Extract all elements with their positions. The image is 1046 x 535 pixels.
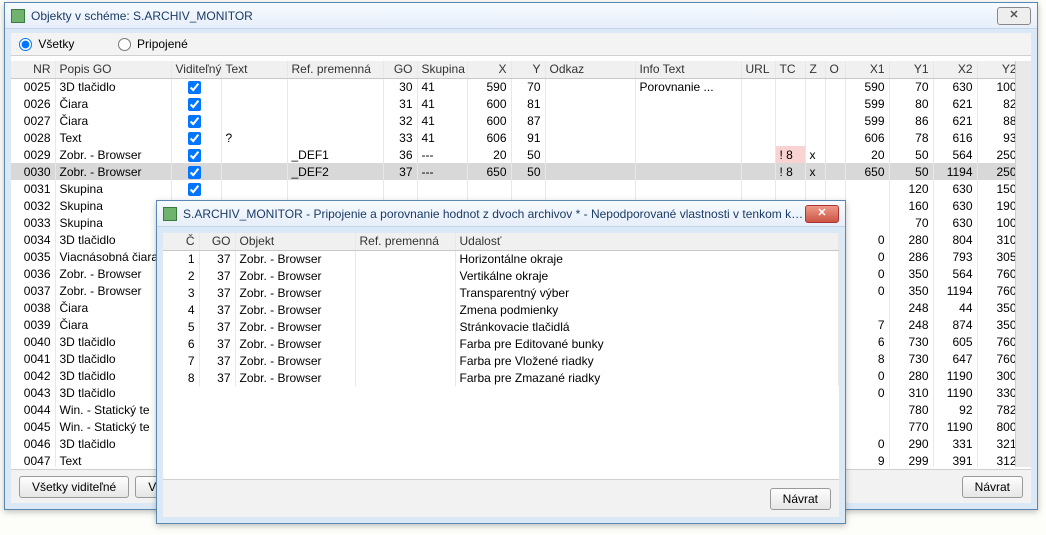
modal-window: S.ARCHIV_MONITOR - Pripojenie a porovnan… (156, 200, 846, 524)
col-header[interactable]: Ref. premenná (355, 233, 455, 250)
col-header[interactable]: Skupina (417, 61, 467, 78)
col-header[interactable]: Z (805, 61, 825, 78)
col-header[interactable]: X (467, 61, 511, 78)
app-icon (11, 9, 25, 23)
col-header[interactable]: Popis GO (55, 61, 171, 78)
col-header[interactable]: NR (11, 61, 55, 78)
table-row[interactable]: 437Zobr. - BrowserZmena podmienky (163, 301, 839, 318)
modal-titlebar[interactable]: S.ARCHIV_MONITOR - Pripojenie a porovnan… (157, 201, 845, 227)
all-visible-button[interactable]: Všetky viditeľné (19, 476, 129, 498)
col-header[interactable]: Ref. premenná (287, 61, 383, 78)
scrollbar[interactable] (1015, 61, 1031, 467)
visibility-checkbox[interactable] (188, 81, 201, 94)
visibility-checkbox[interactable] (188, 98, 201, 111)
table-row[interactable]: 0028Text?3341606916067861693 (11, 129, 1015, 146)
radio-all[interactable]: Všetky (19, 37, 74, 51)
table-row[interactable]: 00253D tlačidlo304159070Porovnanie ...59… (11, 78, 1015, 95)
col-header[interactable]: TC (775, 61, 805, 78)
col-header[interactable]: URL (741, 61, 775, 78)
visibility-checkbox[interactable] (188, 166, 201, 179)
col-header[interactable]: Udalosť (455, 233, 839, 250)
col-header[interactable]: Č (163, 233, 199, 250)
table-row[interactable]: 637Zobr. - BrowserFarba pre Editované bu… (163, 335, 839, 352)
visibility-checkbox[interactable] (188, 115, 201, 128)
close-icon[interactable]: ✕ (997, 7, 1031, 25)
col-header[interactable]: Text (221, 61, 287, 78)
visibility-checkbox[interactable] (188, 132, 201, 145)
table-row[interactable]: 0030Zobr. - Browser_DEF237---65050! 8x65… (11, 163, 1015, 180)
table-row[interactable]: 0031Skupina120630150 (11, 180, 1015, 197)
table-row[interactable]: 0029Zobr. - Browser_DEF136---2050! 8x205… (11, 146, 1015, 163)
main-titlebar[interactable]: Objekty v schéme: S.ARCHIV_MONITOR ✕ (5, 3, 1037, 29)
col-header[interactable]: X2 (933, 61, 977, 78)
table-row[interactable]: 337Zobr. - BrowserTransparentný výber (163, 284, 839, 301)
modal-content: ČGOObjektRef. premennáUdalosť 137Zobr. -… (157, 227, 845, 523)
col-header[interactable]: Objekt (235, 233, 355, 250)
modal-buttons: Návrat (163, 479, 839, 517)
table-row[interactable]: 537Zobr. - BrowserStránkovacie tlačidlá (163, 318, 839, 335)
col-header[interactable]: Info Text (635, 61, 741, 78)
table-row[interactable]: 737Zobr. - BrowserFarba pre Vložené riad… (163, 352, 839, 369)
visibility-checkbox[interactable] (188, 183, 201, 196)
col-header[interactable]: Viditeľný (171, 61, 221, 78)
col-header[interactable]: X1 (845, 61, 889, 78)
radio-connected[interactable]: Pripojené (118, 37, 188, 51)
col-header[interactable]: GO (383, 61, 417, 78)
table-row[interactable]: 137Zobr. - BrowserHorizontálne okraje (163, 250, 839, 267)
col-header[interactable]: Y2 (977, 61, 1015, 78)
modal-title: S.ARCHIV_MONITOR - Pripojenie a porovnan… (183, 207, 805, 221)
table-row[interactable]: 0026Čiara3141600815998062182 (11, 95, 1015, 112)
table-row[interactable]: 837Zobr. - BrowserFarba pre Zmazané riad… (163, 369, 839, 386)
app-icon (163, 207, 177, 221)
close-icon[interactable]: ✕ (805, 205, 839, 223)
filter-radios: Všetky Pripojené (11, 33, 1031, 56)
col-header[interactable]: Odkaz (545, 61, 635, 78)
col-header[interactable]: GO (199, 233, 235, 250)
main-title: Objekty v schéme: S.ARCHIV_MONITOR (31, 9, 997, 23)
back-button[interactable]: Návrat (962, 476, 1023, 498)
col-header[interactable]: O (825, 61, 845, 78)
modal-back-button[interactable]: Návrat (770, 488, 831, 510)
table-row[interactable]: 237Zobr. - BrowserVertikálne okraje (163, 267, 839, 284)
table-row[interactable]: 0027Čiara3241600875998662188 (11, 112, 1015, 129)
col-header[interactable]: Y (511, 61, 545, 78)
visibility-checkbox[interactable] (188, 149, 201, 162)
modal-grid[interactable]: ČGOObjektRef. premennáUdalosť 137Zobr. -… (163, 233, 839, 477)
col-header[interactable]: Y1 (889, 61, 933, 78)
